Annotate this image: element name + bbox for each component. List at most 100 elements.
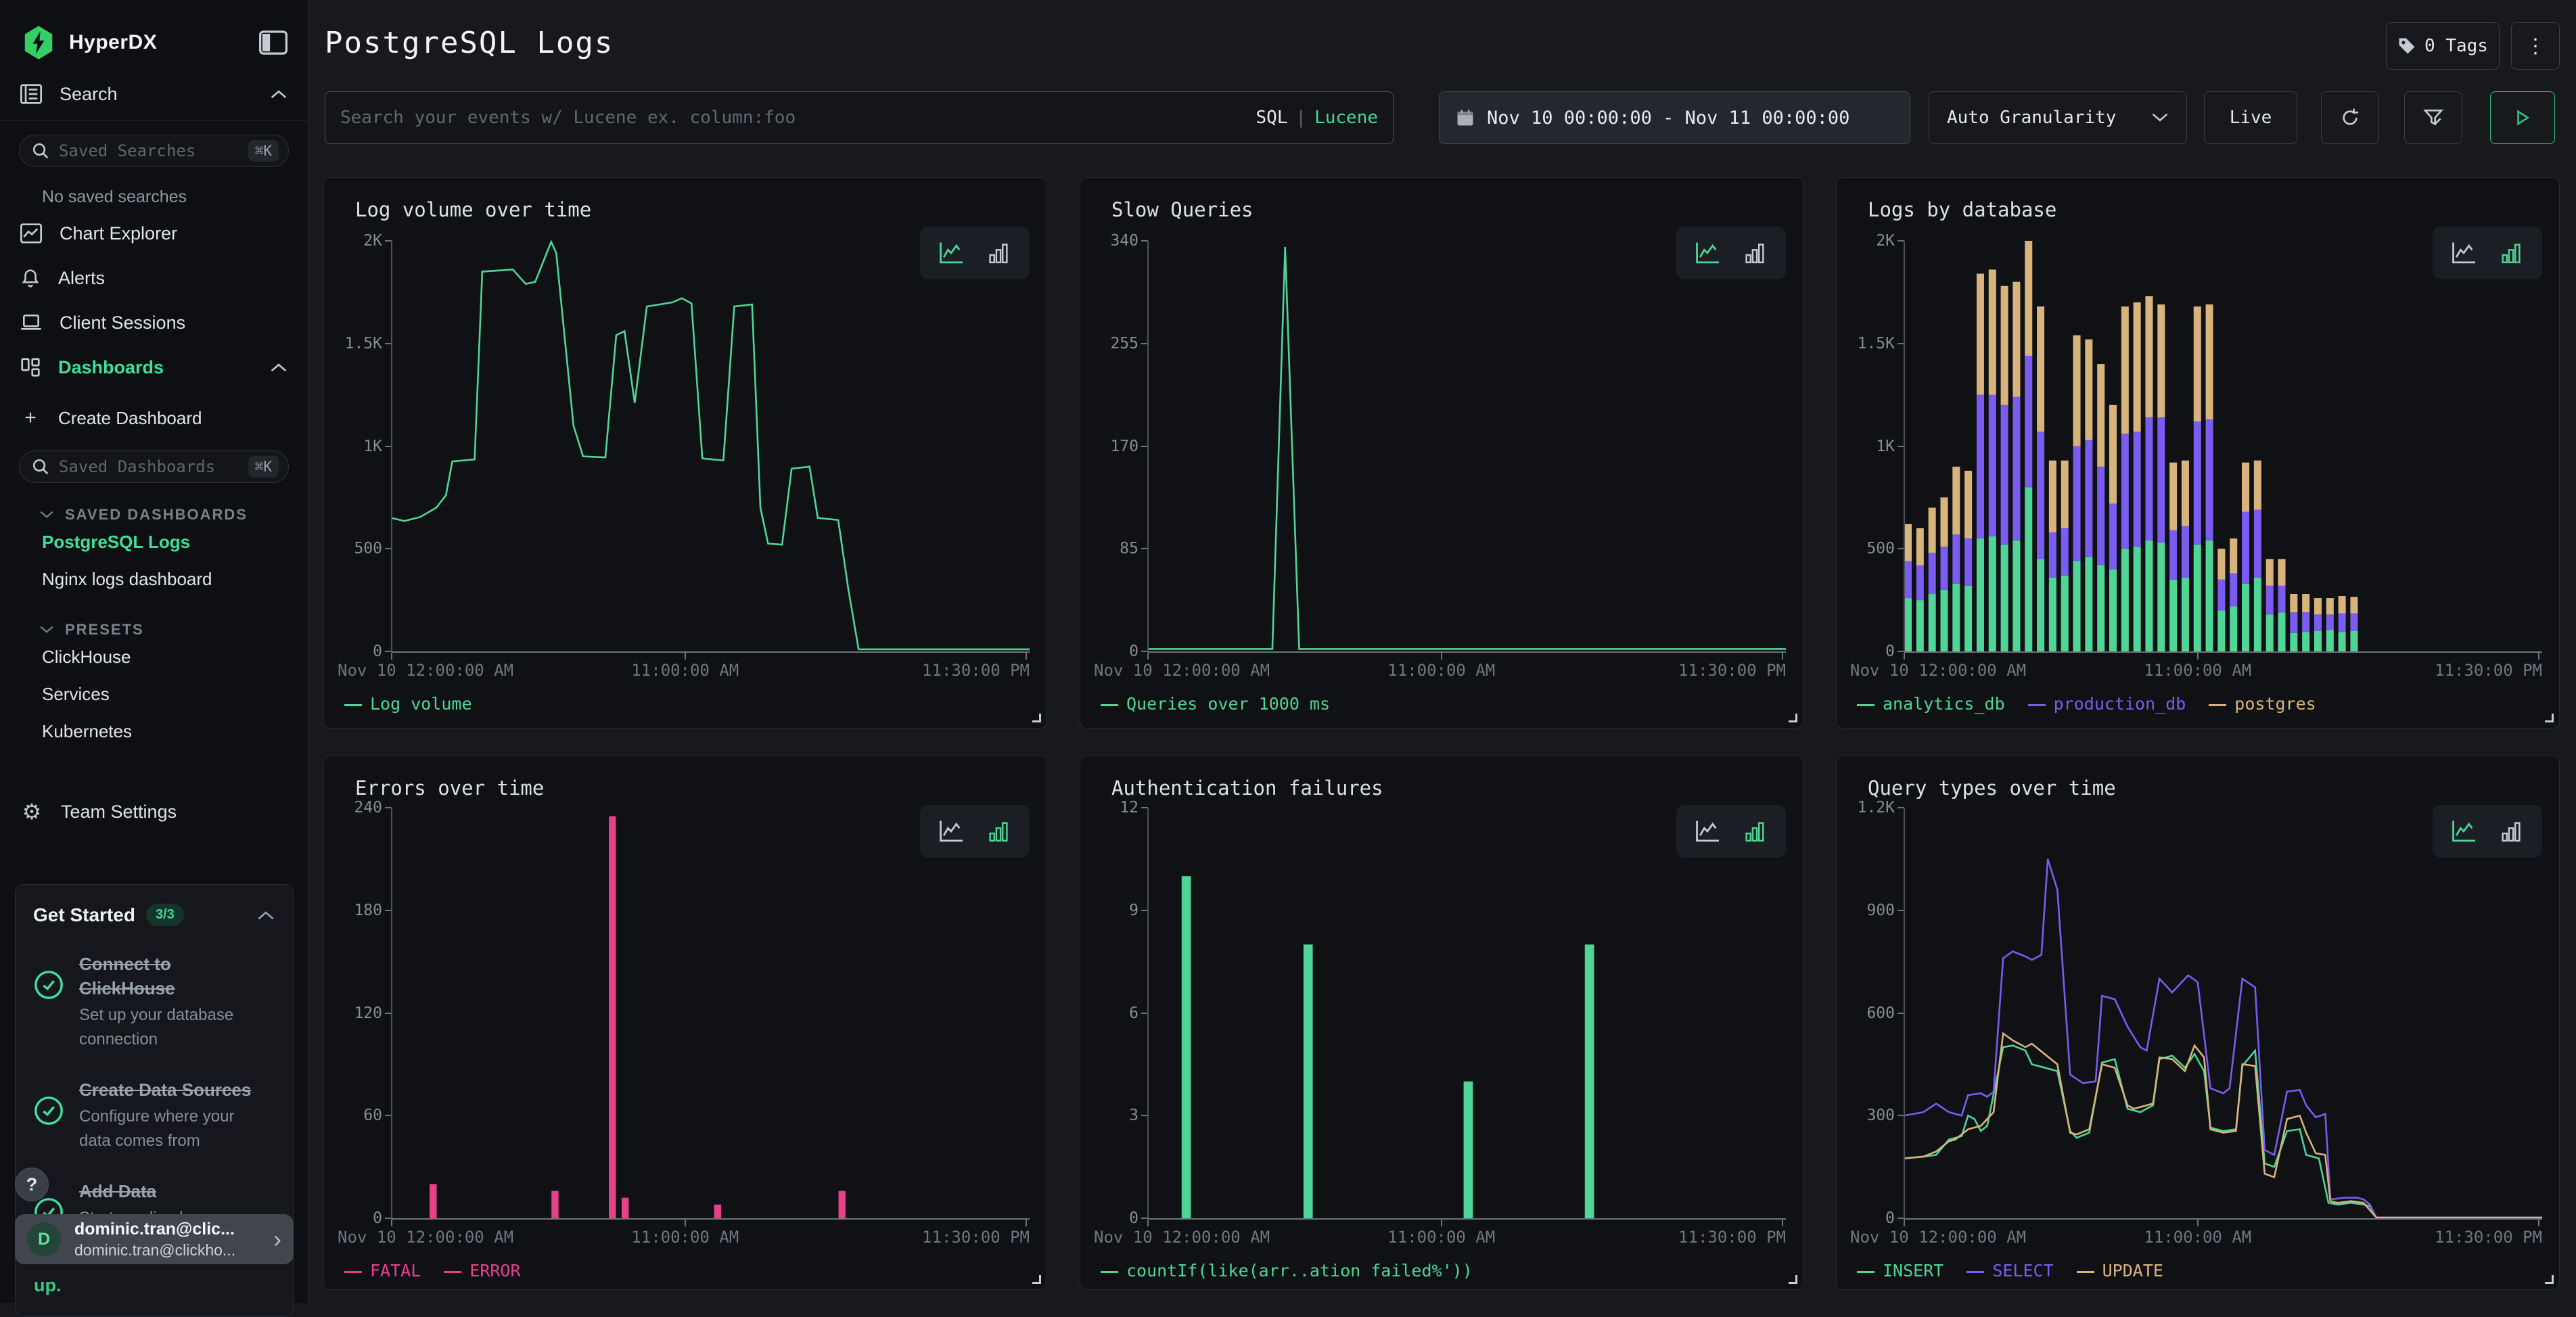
y-axis-label: 0 (373, 1209, 382, 1227)
resize-handle[interactable] (2545, 1275, 2554, 1284)
resize-handle[interactable] (1789, 1275, 1797, 1284)
legend-item-error[interactable]: ERROR (444, 1261, 520, 1280)
x-tick (2197, 653, 2199, 660)
x-tick (1782, 653, 1783, 660)
saved-dashboards-input[interactable]: Saved Dashboards ⌘K (19, 450, 289, 483)
section-label[interactable]: SAVED DASHBOARDS (39, 506, 308, 524)
x-axis-label: Nov 10 12:00:00 AM (1094, 1228, 1270, 1247)
sidebar-item-chart-explorer[interactable]: Chart Explorer (0, 211, 308, 256)
plot-area[interactable]: 2K1.5K1K5000Nov 10 12:00:00 AM11:00:00 A… (1904, 241, 2542, 651)
sidebar-collapse-icon[interactable] (259, 30, 288, 55)
chart-title: Query types over time (1868, 777, 2116, 800)
x-axis-label: Nov 10 12:00:00 AM (1850, 661, 2026, 680)
legend-item-update[interactable]: UPDATE (2077, 1261, 2163, 1280)
sidebar-item-client-sessions[interactable]: Client Sessions (0, 300, 308, 345)
plot-area[interactable]: 2K1.5K1K5000Nov 10 12:00:00 AM11:00:00 A… (392, 241, 1030, 651)
user-menu[interactable]: D dominic.tran@clic... dominic.tran@clic… (15, 1214, 294, 1264)
dashboard-link-nginx-logs-dashboard[interactable]: Nginx logs dashboard (0, 561, 308, 598)
plot-area[interactable]: 129630Nov 10 12:00:00 AM11:00:00 AM11:30… (1148, 808, 1786, 1218)
sidebar-nav: Chart ExplorerAlertsClient SessionsDashb… (0, 211, 308, 390)
sidebar-item-label: Search (60, 84, 270, 105)
chart-card-query-types-over-time: Query types over time 1.2K9006003000Nov 1… (1836, 756, 2560, 1290)
legend-item-countif-like-arr-ation-failed-[interactable]: countIf(like(arr..ation failed%')) (1101, 1261, 1473, 1280)
filter-button[interactable] (2404, 91, 2462, 144)
y-axis-label: 0 (1129, 643, 1138, 660)
saved-searches-placeholder: Saved Searches (59, 141, 248, 160)
chevron-up-icon[interactable] (256, 910, 275, 921)
search-icon (32, 142, 49, 160)
create-dashboard-button[interactable]: + Create Dashboard (0, 399, 308, 437)
line-series-log-volume (392, 242, 1030, 649)
plot-area[interactable]: 1.2K9006003000Nov 10 12:00:00 AM11:00:00… (1904, 808, 2542, 1218)
resize-handle[interactable] (1789, 714, 1797, 722)
y-axis-label: 1K (363, 438, 382, 455)
legend-item-select[interactable]: SELECT (1967, 1261, 2053, 1280)
resize-handle[interactable] (2545, 714, 2554, 722)
dashboard-sections: SAVED DASHBOARDSPostgreSQL LogsNginx log… (0, 506, 308, 750)
chart-legend: Queries over 1000 ms (1101, 694, 1353, 714)
run-query-button[interactable] (2490, 91, 2555, 144)
lucene-toggle[interactable]: Lucene (1314, 108, 1378, 128)
y-axis-label: 2K (1876, 232, 1895, 250)
check-circle-icon (33, 969, 64, 1052)
x-tick (2538, 653, 2539, 660)
y-axis-label: 500 (1866, 540, 1895, 557)
legend-item-analytics-db[interactable]: analytics_db (1857, 694, 2005, 714)
get-started-item[interactable]: Create Data SourcesConfigure where your … (33, 1078, 275, 1153)
x-tick (391, 653, 392, 660)
legend-item-log-volume[interactable]: Log volume (344, 694, 472, 714)
legend-item-insert[interactable]: INSERT (1857, 1261, 1944, 1280)
granularity-select[interactable]: Auto Granularity (1929, 91, 2187, 144)
get-started-items: Connect to ClickHouseSet up your databas… (33, 952, 275, 1255)
y-axis-label: 2K (363, 232, 382, 250)
sidebar-item-search[interactable]: Search (0, 76, 308, 112)
live-button[interactable]: Live (2204, 91, 2297, 144)
legend-item-production-db[interactable]: production_db (2028, 694, 2186, 714)
legend-swatch (344, 1271, 362, 1273)
plot-area[interactable]: 340255170850Nov 10 12:00:00 AM11:00:00 A… (1148, 241, 1786, 651)
chart-card-slow-queries: Slow Queries340255170850Nov 10 12:00:00 … (1080, 177, 1803, 729)
sidebar-item-team-settings[interactable]: ⚙ Team Settings (0, 793, 308, 830)
x-axis-label: 11:30:00 PM (1678, 1228, 1786, 1247)
saved-dashboards-placeholder: Saved Dashboards (59, 457, 248, 476)
refresh-button[interactable] (2321, 91, 2379, 144)
sidebar-item-alerts[interactable]: Alerts (0, 256, 308, 300)
hyperdx-logo-icon (20, 24, 57, 61)
shortcut-badge: ⌘K (248, 140, 279, 162)
dashboard-menu-button[interactable]: ⋮ (2511, 22, 2560, 70)
gear-icon: ⚙ (20, 799, 43, 825)
sidebar-item-dashboards[interactable]: Dashboards (0, 345, 308, 390)
section-label[interactable]: PRESETS (39, 621, 308, 639)
legend-swatch (2209, 704, 2226, 706)
get-started-badge: 3/3 (146, 904, 184, 926)
dashboard-link-services[interactable]: Services (0, 676, 308, 713)
x-axis-label: 11:00:00 AM (1387, 1228, 1495, 1247)
sql-toggle[interactable]: SQL (1256, 108, 1287, 128)
saved-searches-input[interactable]: Saved Searches ⌘K (19, 135, 289, 167)
x-tick (1026, 653, 1027, 660)
x-tick (1782, 1220, 1783, 1226)
legend-item-queries-over-1000-ms[interactable]: Queries over 1000 ms (1101, 694, 1330, 714)
x-tick (685, 653, 686, 660)
legend-item-fatal[interactable]: FATAL (344, 1261, 421, 1280)
chart-legend: countIf(like(arr..ation failed%')) (1101, 1261, 1496, 1280)
event-search-input[interactable]: Search your events w/ Lucene ex. column:… (325, 91, 1394, 144)
dashboard-link-postgresql-logs[interactable]: PostgreSQL Logs (0, 524, 308, 561)
legend-swatch (2077, 1271, 2094, 1273)
x-tick (1026, 1220, 1027, 1226)
get-started-item[interactable]: Connect to ClickHouseSet up your databas… (33, 952, 275, 1052)
resize-handle[interactable] (1032, 1275, 1041, 1284)
tags-button[interactable]: 0 Tags (2386, 22, 2500, 70)
chart-card-logs-by-database: Logs by database2K1.5K1K5000Nov 10 12:00… (1836, 177, 2560, 729)
legend-item-postgres[interactable]: postgres (2209, 694, 2316, 714)
dashboard-link-clickhouse[interactable]: ClickHouse (0, 639, 308, 676)
resize-handle[interactable] (1032, 714, 1041, 722)
date-range-picker[interactable]: Nov 10 00:00:00 - Nov 11 00:00:00 (1439, 91, 1910, 144)
dashboard-link-kubernetes[interactable]: Kubernetes (0, 713, 308, 750)
plot-area[interactable]: 240180120600Nov 10 12:00:00 AM11:00:00 A… (392, 808, 1030, 1218)
x-tick (1904, 653, 1905, 660)
line-series-update (1904, 1034, 2542, 1218)
y-axis-label: 85 (1120, 540, 1138, 557)
help-button[interactable]: ? (15, 1168, 49, 1201)
x-tick (2538, 1220, 2539, 1226)
